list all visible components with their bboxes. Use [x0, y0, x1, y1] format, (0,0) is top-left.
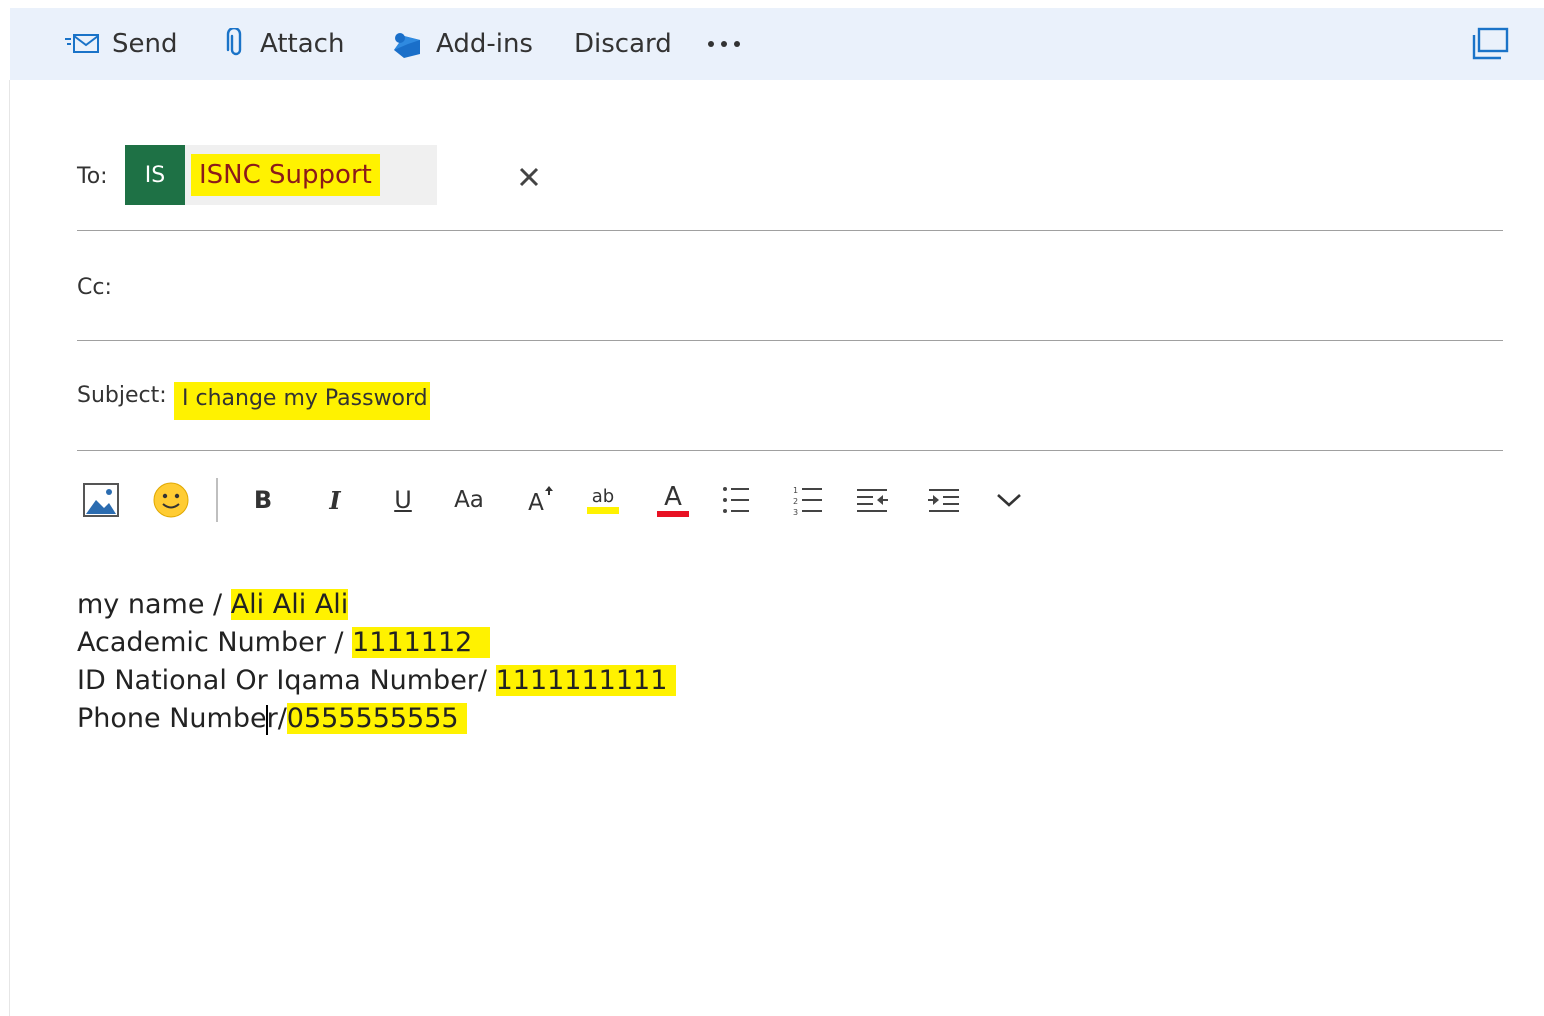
recipient-name: ISNC Support — [191, 154, 380, 196]
send-button[interactable]: Send — [64, 8, 177, 80]
attach-button[interactable]: Attach — [224, 8, 344, 80]
recipient-chip[interactable]: IS ISNC Support — [125, 145, 539, 205]
subject-input[interactable]: I change my Password — [174, 382, 430, 420]
phone-label-end: r/ — [266, 703, 287, 734]
font-color-button[interactable]: A — [654, 478, 692, 522]
font-color-icon: A — [664, 482, 682, 512]
underline-button[interactable]: U — [386, 478, 420, 522]
body-line-phone: Phone Number/0555555555 — [77, 700, 676, 738]
increase-indent-icon — [928, 489, 959, 512]
more-dots-icon — [708, 41, 740, 47]
body-line-academic-number: Academic Number / 1111112 — [77, 624, 676, 662]
picture-icon — [83, 483, 119, 517]
bullet-list-icon — [723, 487, 749, 513]
phone-label-start: Phone Numbe — [77, 703, 267, 734]
close-icon[interactable] — [517, 165, 541, 189]
paperclip-icon — [226, 28, 242, 56]
more-options-button[interactable] — [706, 8, 742, 80]
toolbar-separator — [216, 478, 218, 522]
cc-label: Cc: — [77, 275, 112, 300]
highlight-color-bar — [587, 506, 619, 514]
academic-number-value: 1111112 — [352, 627, 490, 658]
chevron-down-icon — [997, 494, 1021, 507]
discard-button[interactable]: Discard — [574, 8, 672, 80]
smiley-icon — [153, 482, 189, 518]
body-line-national-id: ID National Or Iqama Number/ 1111111111 — [77, 662, 676, 700]
decrease-indent-button[interactable] — [852, 478, 892, 522]
increase-indent-button[interactable] — [924, 478, 964, 522]
command-bar: Send Attach Add-ins Discard — [10, 8, 1544, 80]
name-value: Ali Ali Ali — [230, 589, 349, 620]
body-line-name: my name / Ali Ali Ali — [77, 586, 676, 624]
grow-font-icon: A — [528, 490, 544, 516]
compose-left-border — [9, 80, 10, 1016]
send-icon — [65, 34, 99, 53]
more-formatting-button[interactable] — [990, 478, 1028, 522]
font-color-bar — [657, 511, 689, 517]
popout-icon — [1472, 27, 1509, 60]
bullets-button[interactable] — [718, 478, 754, 522]
addins-icon — [394, 33, 420, 58]
message-body[interactable]: my name / Ali Ali Ali Academic Number / … — [77, 586, 676, 738]
font-size-icon: Aa — [454, 487, 484, 513]
attach-label: Attach — [260, 29, 345, 59]
italic-button[interactable]: I — [318, 478, 352, 522]
subject-label: Subject: — [77, 383, 167, 408]
numbered-list-icon: 1 2 3 — [793, 486, 822, 516]
addins-label: Add-ins — [436, 29, 533, 59]
highlight-button[interactable]: ab — [584, 478, 622, 522]
svg-text:2: 2 — [793, 497, 798, 506]
cc-divider — [77, 340, 1503, 341]
font-size-button[interactable]: Aa — [450, 478, 488, 522]
discard-label: Discard — [574, 29, 672, 59]
italic-icon: I — [329, 485, 341, 515]
highlight-icon: ab — [591, 485, 615, 507]
name-label: my name / — [77, 589, 231, 620]
national-id-value: 1111111111 — [495, 665, 676, 696]
send-label: Send — [112, 29, 178, 59]
to-divider — [77, 230, 1503, 231]
subject-divider — [77, 450, 1503, 451]
decrease-indent-icon — [857, 489, 888, 512]
phone-value: 0555555555 — [286, 703, 468, 734]
increase-arrow-icon — [544, 486, 553, 495]
bold-button[interactable]: B — [246, 478, 280, 522]
grow-font-button[interactable]: A — [524, 478, 558, 522]
to-label: To: — [77, 164, 108, 189]
popout-button[interactable] — [1470, 8, 1510, 80]
emoji-button[interactable] — [150, 478, 192, 522]
numbering-button[interactable]: 1 2 3 — [790, 478, 826, 522]
academic-number-label: Academic Number / — [77, 627, 353, 658]
avatar: IS — [125, 145, 185, 205]
underline-icon: U — [394, 486, 412, 514]
insert-picture-button[interactable] — [80, 478, 122, 522]
bold-icon: B — [253, 486, 273, 514]
national-id-label: ID National Or Iqama Number/ — [77, 665, 496, 696]
svg-text:3: 3 — [793, 508, 798, 516]
addins-button[interactable]: Add-ins — [390, 8, 533, 80]
svg-text:1: 1 — [793, 486, 798, 495]
